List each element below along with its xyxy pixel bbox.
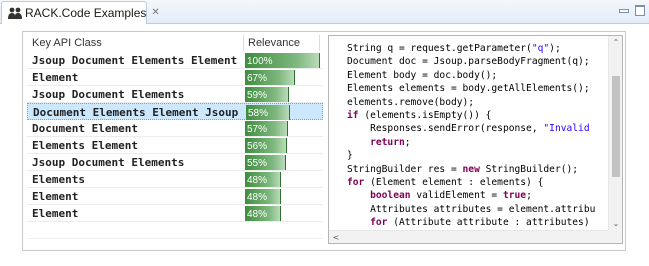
table-row[interactable]: Document Element 57% bbox=[27, 120, 323, 137]
table-row[interactable]: Jsoup Document Elements 55% bbox=[27, 154, 323, 171]
code-line: StringBuilder res = new StringBuilder(); bbox=[347, 163, 610, 176]
maximize-icon[interactable] bbox=[635, 5, 645, 16]
code-line: return; bbox=[347, 136, 610, 149]
code-keyword: for bbox=[347, 177, 365, 189]
table-row[interactable]: Element 67% bbox=[27, 69, 323, 86]
key-api-class-cell: Document Elements Element Jsoup bbox=[33, 106, 239, 119]
code-text: } bbox=[347, 150, 353, 162]
scroll-down-icon[interactable]: ⌄ bbox=[609, 217, 622, 231]
relevance-label: 56% bbox=[247, 141, 268, 152]
code-editor[interactable]: String q = request.getParameter("q"); Doc… bbox=[329, 36, 610, 231]
scroll-left-icon[interactable]: < bbox=[331, 231, 341, 243]
minimize-icon[interactable] bbox=[618, 5, 629, 15]
key-api-class-table[interactable]: Key API Class Relevance Jsoup Document E… bbox=[27, 35, 323, 248]
code-text: (Attribute attribute : attributes) bbox=[387, 217, 590, 229]
relevance-label: 58% bbox=[248, 108, 269, 119]
column-header-key-api-class[interactable]: Key API Class bbox=[27, 35, 244, 51]
table-row[interactable]: Element 48% bbox=[27, 205, 323, 222]
code-text: StringBuilder(); bbox=[479, 163, 579, 175]
code-line: for (Element element : elements) { bbox=[347, 176, 610, 189]
relevance-label: 100% bbox=[247, 56, 273, 67]
code-text: Attributes attributes = element.attribu bbox=[347, 203, 596, 215]
vertical-scrollbar[interactable]: ⌃ ⌄ bbox=[608, 36, 622, 231]
horizontal-scrollbar[interactable]: < bbox=[329, 230, 610, 243]
key-api-class-cell: Elements Element bbox=[32, 139, 138, 152]
code-text: Responses.sendError(response, bbox=[347, 123, 544, 135]
tab-label: RACK.Code Examples bbox=[25, 6, 147, 20]
code-text: (elements.isEmpty()) { bbox=[358, 110, 492, 122]
code-keyword: true bbox=[502, 190, 527, 202]
code-line: boolean validElement = true; bbox=[347, 189, 610, 202]
column-header-relevance[interactable]: Relevance bbox=[244, 35, 320, 51]
code-string: "Invalid bbox=[543, 123, 590, 135]
relevance-label: 67% bbox=[247, 73, 268, 84]
table-row[interactable]: Elements Element 56% bbox=[27, 137, 323, 154]
relevance-label: 48% bbox=[247, 192, 268, 203]
code-line: Document doc = Jsoup.parseBodyFragment(q… bbox=[347, 55, 610, 68]
table-header: Key API Class Relevance bbox=[27, 35, 323, 51]
table-row[interactable]: Jsoup Document Elements Element 100% bbox=[27, 52, 323, 69]
view-tab-strip: RACK.Code Examples ✕ bbox=[0, 0, 649, 24]
code-text: ; bbox=[404, 136, 411, 148]
code-line: Responses.sendError(response, "Invalid bbox=[347, 122, 610, 135]
code-text: String q = request.getParameter( bbox=[347, 43, 532, 54]
code-line: for (Attribute attribute : attributes) bbox=[347, 216, 610, 229]
key-api-class-cell: Jsoup Document Elements bbox=[32, 156, 185, 169]
code-line: if (elements.isEmpty()) { bbox=[347, 109, 610, 122]
code-text: Document doc = Jsoup.parseBodyFragment(q… bbox=[347, 56, 590, 68]
scrollbar-corner bbox=[608, 230, 622, 243]
code-text: StringBuilder res = bbox=[347, 163, 463, 175]
key-api-class-cell: Elements bbox=[32, 173, 85, 186]
relevance-label: 59% bbox=[247, 90, 268, 101]
empty-table-row bbox=[27, 222, 323, 239]
key-api-class-cell: Jsoup Document Elements bbox=[32, 88, 185, 101]
code-keyword: boolean bbox=[370, 190, 411, 202]
code-text: validElement = bbox=[410, 190, 503, 202]
code-example-panel[interactable]: String q = request.getParameter("q"); Doc… bbox=[328, 35, 623, 244]
code-line: String q = request.getParameter("q"); bbox=[347, 42, 610, 55]
code-keyword: for bbox=[370, 217, 388, 229]
vertical-scroll-thumb[interactable] bbox=[612, 76, 620, 177]
table-row[interactable]: Document Elements Element Jsoup 58% bbox=[27, 103, 323, 120]
key-api-class-cell: Jsoup Document Elements Element bbox=[32, 54, 238, 67]
code-text: Elements elements = body.getAllElements(… bbox=[347, 83, 590, 95]
code-line: Attributes attributes = element.attribu bbox=[347, 203, 610, 216]
key-api-class-cell: Element bbox=[32, 207, 79, 220]
tab-rack-code-examples[interactable]: RACK.Code Examples ✕ bbox=[1, 1, 160, 24]
code-text: Element body = doc.body(); bbox=[347, 69, 498, 81]
table-row[interactable]: Jsoup Document Elements 59% bbox=[27, 86, 323, 103]
window-controls bbox=[618, 5, 645, 16]
relevance-label: 57% bbox=[247, 124, 268, 135]
code-line: } bbox=[347, 149, 610, 162]
rack-people-icon bbox=[8, 6, 22, 20]
tab-close-icon[interactable]: ✕ bbox=[151, 8, 159, 18]
code-keyword: return bbox=[370, 136, 405, 148]
table-row[interactable]: Element 48% bbox=[27, 188, 323, 205]
scroll-up-icon[interactable]: ⌃ bbox=[609, 36, 622, 50]
code-string: "q" bbox=[531, 43, 550, 54]
key-api-class-cell: Element bbox=[32, 190, 79, 203]
code-line: Element body = doc.body(); bbox=[347, 69, 610, 82]
table-row[interactable]: Elements 48% bbox=[27, 171, 323, 188]
code-keyword: if bbox=[347, 110, 359, 122]
code-line: elements.remove(body); bbox=[347, 96, 610, 109]
code-text: ; bbox=[526, 190, 532, 202]
code-text: ); bbox=[549, 43, 561, 54]
relevance-label: 48% bbox=[247, 209, 268, 220]
relevance-label: 48% bbox=[247, 175, 268, 186]
code-line: Elements elements = body.getAllElements(… bbox=[347, 82, 610, 95]
key-api-class-cell: Element bbox=[32, 71, 79, 84]
key-api-class-cell: Document Element bbox=[32, 122, 138, 135]
code-text: elements.remove(body); bbox=[347, 96, 475, 108]
relevance-label: 55% bbox=[247, 158, 268, 169]
code-text: (Element element : elements) { bbox=[364, 177, 544, 189]
code-keyword: new bbox=[462, 163, 480, 175]
